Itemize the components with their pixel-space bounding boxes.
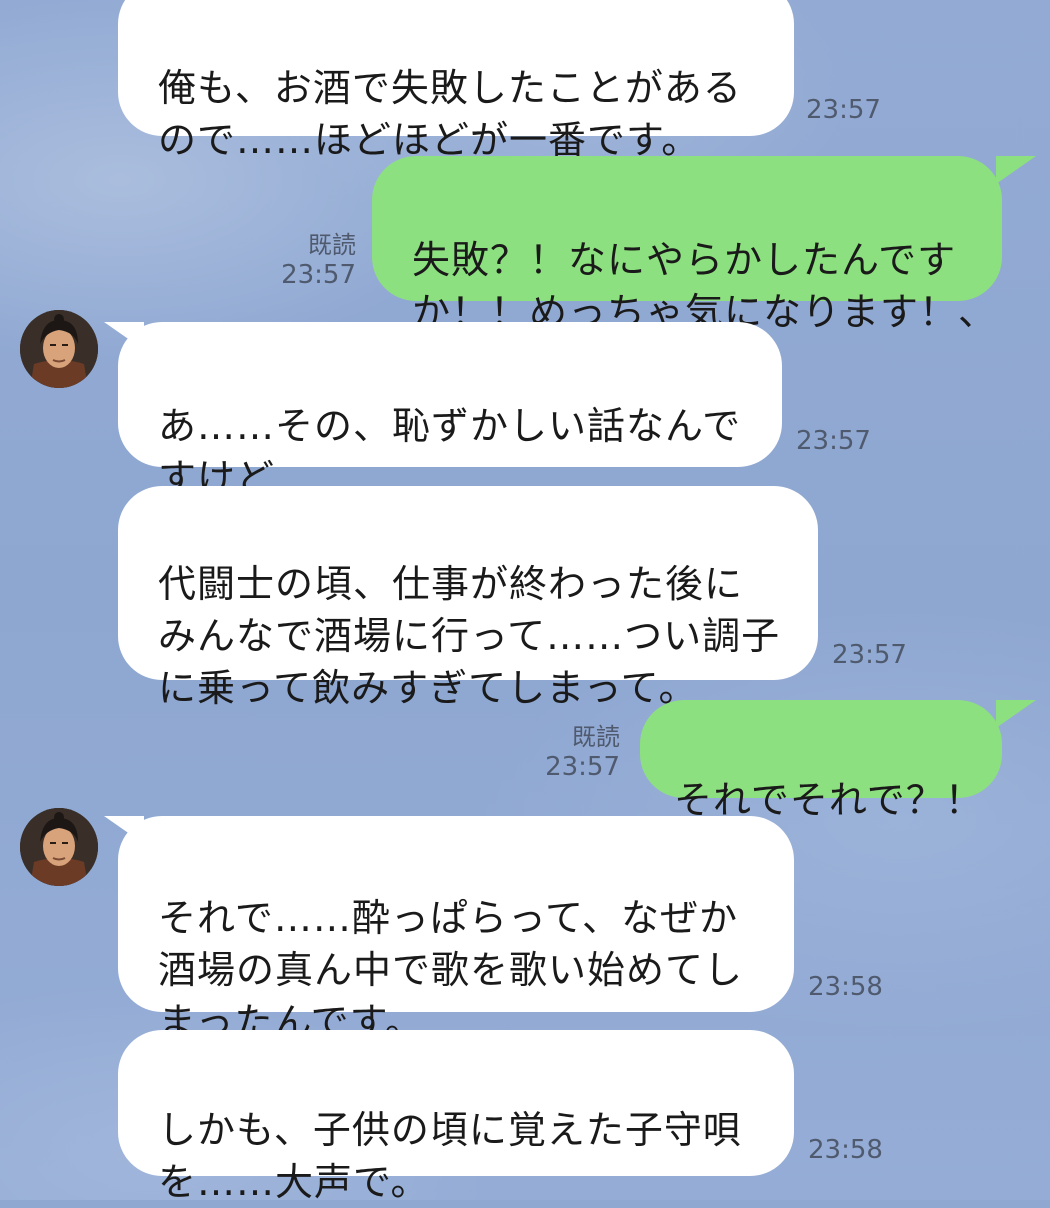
message-text: 代闘士の頃、仕事が終わった後に みんなで酒場に行って……つい調子 に乗って飲みす… <box>158 562 781 710</box>
bubble-tail <box>996 156 1036 184</box>
outgoing-message-bubble[interactable]: それでそれで？！ <box>640 700 1002 822</box>
message-meta: 23:58 <box>808 972 888 1002</box>
message-meta: 既読 23:57 <box>270 230 356 290</box>
incoming-message-bubble[interactable]: それで……酔っぱらって、なぜか 酒場の真ん中で歌を歌い始めてし まったんです。 <box>118 816 794 1044</box>
incoming-message-bubble[interactable]: あ……その、恥ずかしい話なんで すけど…… <box>118 322 782 500</box>
message-time: 23:57 <box>796 426 871 456</box>
bubble-tail <box>996 700 1036 728</box>
read-receipt: 既読 <box>308 231 356 259</box>
message-text: 失敗？！なにやらかしたんです か！！めっちゃ気になります！、 <box>412 238 998 334</box>
message-meta: 23:58 <box>808 1135 888 1165</box>
message-time: 23:57 <box>806 95 881 125</box>
message-meta: 既読 23:57 <box>534 722 620 782</box>
character-avatar-icon <box>20 808 98 886</box>
incoming-message-bubble[interactable]: 代闘士の頃、仕事が終わった後に みんなで酒場に行って……つい調子 に乗って飲みす… <box>118 486 818 710</box>
message-time: 23:57 <box>281 260 356 290</box>
message-meta: 23:57 <box>806 95 886 125</box>
avatar[interactable] <box>20 310 98 388</box>
message-time: 23:58 <box>808 972 883 1002</box>
incoming-message-bubble[interactable]: 俺も、お酒で失敗したことがある ので……ほどほどが一番です。 <box>118 0 794 162</box>
avatar[interactable] <box>20 808 98 886</box>
outgoing-message-bubble[interactable]: 失敗？！なにやらかしたんです か！！めっちゃ気になります！、 <box>372 156 1002 334</box>
character-avatar-icon <box>20 310 98 388</box>
incoming-message-bubble[interactable]: しかも、子供の頃に覚えた子守唄 を……大声で。 <box>118 1030 794 1204</box>
message-time: 23:57 <box>545 752 620 782</box>
message-text: 俺も、お酒で失敗したことがある ので……ほどほどが一番です。 <box>158 66 742 162</box>
message-meta: 23:57 <box>796 426 876 456</box>
message-time: 23:57 <box>832 640 907 670</box>
message-time: 23:58 <box>808 1135 883 1165</box>
message-meta: 23:57 <box>832 640 912 670</box>
read-receipt: 既読 <box>572 723 620 751</box>
